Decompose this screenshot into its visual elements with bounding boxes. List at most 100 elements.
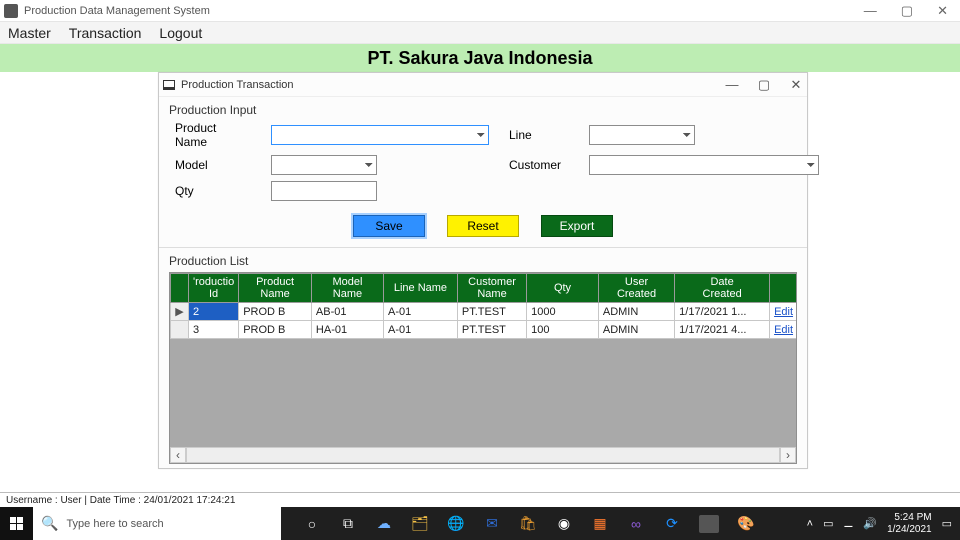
label-qty: Qty xyxy=(175,184,251,198)
cell-date[interactable]: 1/17/2021 4... xyxy=(675,321,770,339)
menu-transaction[interactable]: Transaction xyxy=(69,25,142,41)
dialog-titlebar: Production Transaction — ▢ ✕ xyxy=(159,73,807,97)
col-model-name: ModelName xyxy=(311,274,383,303)
edit-link[interactable]: Edit xyxy=(774,306,793,318)
edit-link[interactable]: Edit xyxy=(774,324,793,336)
scroll-left-arrow-icon[interactable]: ‹ xyxy=(170,447,186,463)
menu-logout[interactable]: Logout xyxy=(159,25,202,41)
battery-icon[interactable]: ▭ xyxy=(823,517,833,530)
cell-model[interactable]: HA-01 xyxy=(311,321,383,339)
qty-input[interactable] xyxy=(271,181,377,201)
datagrid-header-row: Production Id'roductioId ProductName Mod… xyxy=(171,274,797,303)
product-name-select[interactable] xyxy=(271,125,489,145)
dialog-minimize-icon[interactable]: — xyxy=(725,77,739,92)
clock-time: 5:24 PM xyxy=(887,512,932,524)
cell-user[interactable]: ADMIN xyxy=(598,321,674,339)
cell-user[interactable]: ADMIN xyxy=(598,303,674,321)
line-select[interactable] xyxy=(589,125,695,145)
cell-line[interactable]: A-01 xyxy=(384,303,458,321)
label-model: Model xyxy=(175,158,251,172)
label-product-name: Product Name xyxy=(175,121,251,149)
customer-select[interactable] xyxy=(589,155,819,175)
system-tray: ˄ ▭ ⚊ 🔊 5:24 PM 1/24/2021 ▭ xyxy=(799,512,960,536)
paint-icon[interactable]: 🎨 xyxy=(737,515,755,533)
menubar: Master Transaction Logout xyxy=(0,22,960,44)
export-button[interactable]: Export xyxy=(541,215,613,237)
edge-icon[interactable]: 🌐 xyxy=(447,515,465,533)
task-icons: ○ ⧉ ☁ 🗂 🌐 ✉ 🛍 ◉ ▦ ∞ ⟳ 🎨 xyxy=(281,515,755,533)
maximize-icon[interactable]: ▢ xyxy=(901,3,913,19)
col-customer-name: CustomerName xyxy=(457,274,526,303)
cell-qty[interactable]: 1000 xyxy=(527,303,599,321)
cell-product[interactable]: PROD B xyxy=(239,303,312,321)
row-selector[interactable] xyxy=(171,321,189,339)
production-datagrid[interactable]: Production Id'roductioId ProductName Mod… xyxy=(170,273,796,339)
statusbar: Username : User | Date Time : 24/01/2021… xyxy=(0,492,960,507)
save-button[interactable]: Save xyxy=(353,215,425,237)
scroll-track[interactable] xyxy=(186,447,780,463)
taskbar: 🔍 Type here to search ○ ⧉ ☁ 🗂 🌐 ✉ 🛍 ◉ ▦ … xyxy=(0,507,960,540)
cell-qty[interactable]: 100 xyxy=(527,321,599,339)
taskbar-search[interactable]: 🔍 Type here to search xyxy=(33,507,281,540)
search-placeholder: Type here to search xyxy=(66,518,163,530)
wifi-icon[interactable]: ⚊ xyxy=(844,517,854,530)
notifications-icon[interactable]: ▭ xyxy=(942,517,952,530)
col-line-name: Line Name xyxy=(384,274,458,303)
dialog-title: Production Transaction xyxy=(181,79,294,91)
taskbar-clock[interactable]: 5:24 PM 1/24/2021 xyxy=(887,512,932,536)
main-titlebar: Production Data Management System — ▢ ✕ xyxy=(0,0,960,22)
company-banner: PT. Sakura Java Indonesia xyxy=(0,44,960,72)
cell-edit[interactable]: Edit xyxy=(770,321,796,339)
cell-product[interactable]: PROD B xyxy=(239,321,312,339)
col-product-name: ProductName xyxy=(239,274,312,303)
col-date-created: DateCreated xyxy=(675,274,770,303)
cell-customer[interactable]: PT.TEST xyxy=(457,321,526,339)
app-icon xyxy=(4,4,18,18)
app-task-icon[interactable] xyxy=(699,515,719,533)
cell-date[interactable]: 1/17/2021 1... xyxy=(675,303,770,321)
explorer-icon[interactable]: 🗂 xyxy=(411,515,429,533)
teamviewer-icon[interactable]: ⟳ xyxy=(663,515,681,533)
production-input-form: Product Name Line Model Customer Qty xyxy=(169,121,797,201)
status-text: Username : User | Date Time : 24/01/2021… xyxy=(6,495,235,506)
cell-customer[interactable]: PT.TEST xyxy=(457,303,526,321)
minimize-icon[interactable]: — xyxy=(864,3,877,19)
store-icon[interactable]: 🛍 xyxy=(519,515,537,533)
scroll-right-arrow-icon[interactable]: › xyxy=(780,447,796,463)
outlook-icon[interactable]: ✉ xyxy=(483,515,501,533)
col-user-created: UserCreated xyxy=(598,274,674,303)
xampp-icon[interactable]: ▦ xyxy=(591,515,609,533)
apps-icon[interactable]: ☁ xyxy=(375,515,393,533)
cell-edit[interactable]: Edit xyxy=(770,303,796,321)
button-row: Save Reset Export xyxy=(169,215,797,237)
start-button[interactable] xyxy=(0,507,33,540)
visualstudio-icon[interactable]: ∞ xyxy=(627,515,645,533)
task-view-icon[interactable]: ⧉ xyxy=(339,515,357,533)
dialog-maximize-icon[interactable]: ▢ xyxy=(757,77,771,93)
windows-logo-icon xyxy=(10,517,23,530)
table-row[interactable]: 3 PROD B HA-01 A-01 PT.TEST 100 ADMIN 1/… xyxy=(171,321,797,339)
app-title: Production Data Management System xyxy=(24,5,864,17)
production-transaction-dialog: Production Transaction — ▢ ✕ Production … xyxy=(158,72,808,469)
menu-master[interactable]: Master xyxy=(8,25,51,41)
horizontal-scrollbar[interactable]: ‹ › xyxy=(170,447,796,463)
production-list-area: Production Id'roductioId ProductName Mod… xyxy=(169,272,797,464)
cell-id[interactable]: 3 xyxy=(188,321,238,339)
cell-line[interactable]: A-01 xyxy=(384,321,458,339)
production-input-label: Production Input xyxy=(169,103,797,117)
cell-model[interactable]: AB-01 xyxy=(311,303,383,321)
cortana-icon[interactable]: ○ xyxy=(303,515,321,533)
tray-chevron-up-icon[interactable]: ˄ xyxy=(807,518,813,530)
close-icon[interactable]: ✕ xyxy=(937,3,948,19)
reset-button[interactable]: Reset xyxy=(447,215,519,237)
col-qty: Qty xyxy=(527,274,599,303)
sound-icon[interactable]: 🔊 xyxy=(863,517,877,530)
dialog-close-icon[interactable]: ✕ xyxy=(789,77,803,93)
chrome-icon[interactable]: ◉ xyxy=(555,515,573,533)
monitor-icon xyxy=(163,80,175,90)
cell-id[interactable]: 2 xyxy=(188,303,238,321)
label-line: Line xyxy=(509,128,569,142)
table-row[interactable]: ▶ 2 PROD B AB-01 A-01 PT.TEST 1000 ADMIN… xyxy=(171,303,797,321)
row-selector[interactable]: ▶ xyxy=(171,303,189,321)
model-select[interactable] xyxy=(271,155,377,175)
